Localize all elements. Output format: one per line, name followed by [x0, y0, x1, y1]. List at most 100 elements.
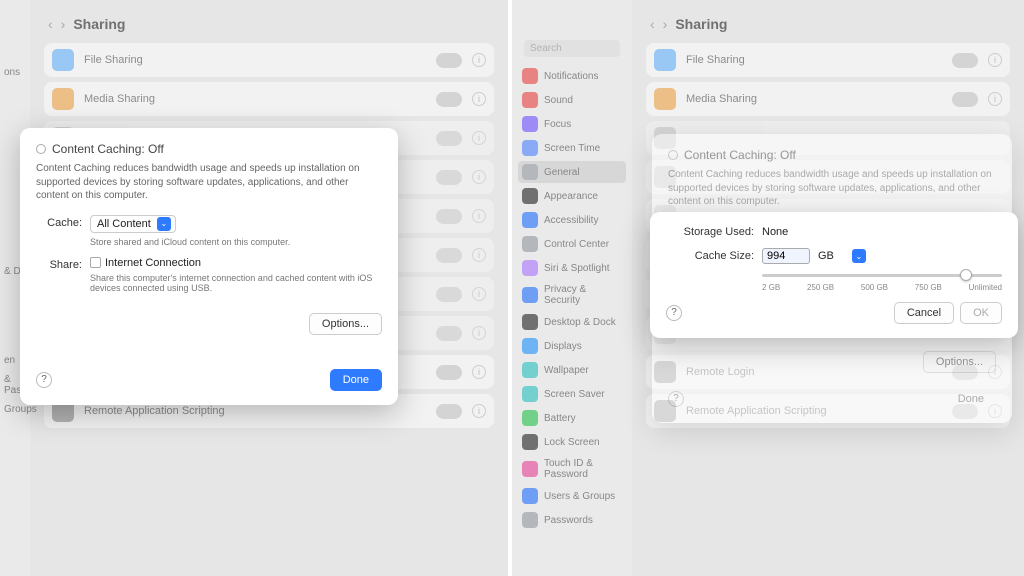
- checkbox-label: Internet Connection: [105, 257, 201, 269]
- content-caching-sheet: Content Caching: Off Content Caching red…: [20, 128, 398, 405]
- service-row[interactable]: File Sharing i: [44, 43, 494, 77]
- sidebar-icon: [522, 236, 538, 252]
- sidebar-item[interactable]: Privacy & Security: [518, 281, 626, 309]
- sidebar-icon: [522, 362, 538, 378]
- slider-tick: 250 GB: [807, 283, 834, 292]
- sidebar-item[interactable]: Desktop & Dock: [518, 311, 626, 333]
- status-indicator-icon: [36, 144, 46, 154]
- sidebar-item[interactable]: General: [518, 161, 626, 183]
- nav-back-button[interactable]: ‹: [48, 16, 53, 32]
- sidebar-item-label: Notifications: [544, 71, 598, 82]
- options-button[interactable]: Options...: [309, 313, 382, 335]
- search-input[interactable]: Search: [524, 40, 620, 57]
- service-row[interactable]: Media Sharing i: [44, 82, 494, 116]
- share-hint: Share this computer's internet connectio…: [90, 273, 382, 293]
- sidebar-item-label: Battery: [544, 413, 576, 424]
- help-button[interactable]: ?: [666, 305, 682, 321]
- cache-size-unit: GB: [818, 250, 834, 262]
- sidebar-icon: [522, 140, 538, 156]
- sidebar-item-label: Accessibility: [544, 215, 598, 226]
- sidebar-item[interactable]: Focus: [518, 113, 626, 135]
- unit-select-icon[interactable]: ⌄: [852, 249, 866, 263]
- media-sharing-icon: [654, 88, 676, 110]
- checkbox-icon: [90, 257, 101, 268]
- sidebar-item[interactable]: Screen Time: [518, 137, 626, 159]
- media-sharing-icon: [52, 88, 74, 110]
- sidebar-item[interactable]: Displays: [518, 335, 626, 357]
- slider-tick: Unlimited: [969, 283, 1002, 292]
- service-label: Media Sharing: [84, 93, 426, 105]
- sidebar-icon: [522, 116, 538, 132]
- sheet-description: Content Caching reduces bandwidth usage …: [36, 162, 382, 203]
- sidebar-item-label: Users & Groups: [544, 491, 615, 502]
- service-row[interactable]: File Sharing i: [646, 43, 1010, 77]
- sidebar-item[interactable]: Users & Groups: [518, 485, 626, 507]
- toggle[interactable]: [436, 92, 462, 107]
- sidebar-item-label: Control Center: [544, 239, 609, 250]
- sidebar-item-label: Focus: [544, 119, 571, 130]
- sidebar-item-label: Screen Saver: [544, 389, 605, 400]
- share-label: Share:: [36, 257, 82, 271]
- sidebar-item[interactable]: Battery: [518, 407, 626, 429]
- sidebar-item[interactable]: Touch ID & Password: [518, 455, 626, 483]
- nav-forward-button[interactable]: ›: [61, 16, 66, 32]
- sheet-title: Content Caching: Off: [52, 142, 164, 156]
- options-button[interactable]: Options...: [923, 351, 996, 373]
- sidebar-item[interactable]: Notifications: [518, 65, 626, 87]
- cache-type-select[interactable]: All Content ⌄: [90, 215, 176, 233]
- sidebar-item-label: Siri & Spotlight: [544, 263, 610, 274]
- sidebar-icon: [522, 386, 538, 402]
- internet-connection-checkbox[interactable]: Internet Connection: [90, 257, 201, 269]
- sidebar-item[interactable]: Control Center: [518, 233, 626, 255]
- sidebar-icon: [522, 92, 538, 108]
- sidebar-item-label: Touch ID & Password: [544, 458, 622, 480]
- cache-size-slider[interactable]: 2 GB 250 GB 500 GB 750 GB Unlimited: [762, 274, 1002, 292]
- ok-button[interactable]: OK: [960, 302, 1002, 324]
- cache-hint: Store shared and iCloud content on this …: [90, 237, 382, 247]
- sidebar-item[interactable]: Screen Saver: [518, 383, 626, 405]
- cache-size-label: Cache Size:: [666, 250, 754, 262]
- sidebar-icon: [522, 188, 538, 204]
- sidebar-icon: [522, 434, 538, 450]
- help-button[interactable]: ?: [36, 372, 52, 388]
- sidebar-icon: [522, 314, 538, 330]
- file-sharing-icon: [52, 49, 74, 71]
- nav-back-button[interactable]: ‹: [650, 16, 655, 32]
- sidebar-item[interactable]: Appearance: [518, 185, 626, 207]
- help-button[interactable]: ?: [668, 391, 684, 407]
- info-icon[interactable]: i: [472, 53, 486, 67]
- sidebar-item-label: ons: [4, 67, 20, 78]
- done-button[interactable]: Done: [946, 389, 996, 409]
- toggle[interactable]: [436, 53, 462, 68]
- service-row[interactable]: Media Sharing i: [646, 82, 1010, 116]
- cache-size-input[interactable]: [762, 248, 810, 264]
- slider-thumb-icon[interactable]: [960, 269, 972, 281]
- sidebar-item-label: Privacy & Security: [544, 284, 622, 306]
- storage-used-value: None: [762, 226, 788, 238]
- sidebar-icon: [522, 68, 538, 84]
- sidebar-item[interactable]: Accessibility: [518, 209, 626, 231]
- sidebar-item[interactable]: Lock Screen: [518, 431, 626, 453]
- done-button[interactable]: Done: [330, 369, 382, 391]
- sidebar-item[interactable]: Sound: [518, 89, 626, 111]
- sidebar-item[interactable]: Passwords: [518, 509, 626, 531]
- sidebar-item-label: en: [4, 355, 15, 366]
- sidebar-icon: [522, 260, 538, 276]
- service-label: File Sharing: [84, 54, 426, 66]
- page-title: Sharing: [675, 16, 727, 32]
- chevron-updown-icon: ⌄: [157, 217, 171, 231]
- sidebar-item-label: Desktop & Dock: [544, 317, 616, 328]
- sidebar-item-label: Screen Time: [544, 143, 600, 154]
- sidebar-item[interactable]: Siri & Spotlight: [518, 257, 626, 279]
- sidebar-item-label: Wallpaper: [544, 365, 589, 376]
- info-icon[interactable]: i: [472, 92, 486, 106]
- cancel-button[interactable]: Cancel: [894, 302, 954, 324]
- sidebar-icon: [522, 287, 538, 303]
- sidebar-item-label: General: [544, 167, 580, 178]
- sidebar-item-label: & D: [4, 266, 21, 277]
- sidebar-item-label: Passwords: [544, 515, 593, 526]
- sidebar-item-label: Appearance: [544, 191, 598, 202]
- slider-tick: 2 GB: [762, 283, 780, 292]
- nav-forward-button[interactable]: ›: [663, 16, 668, 32]
- sidebar-item[interactable]: Wallpaper: [518, 359, 626, 381]
